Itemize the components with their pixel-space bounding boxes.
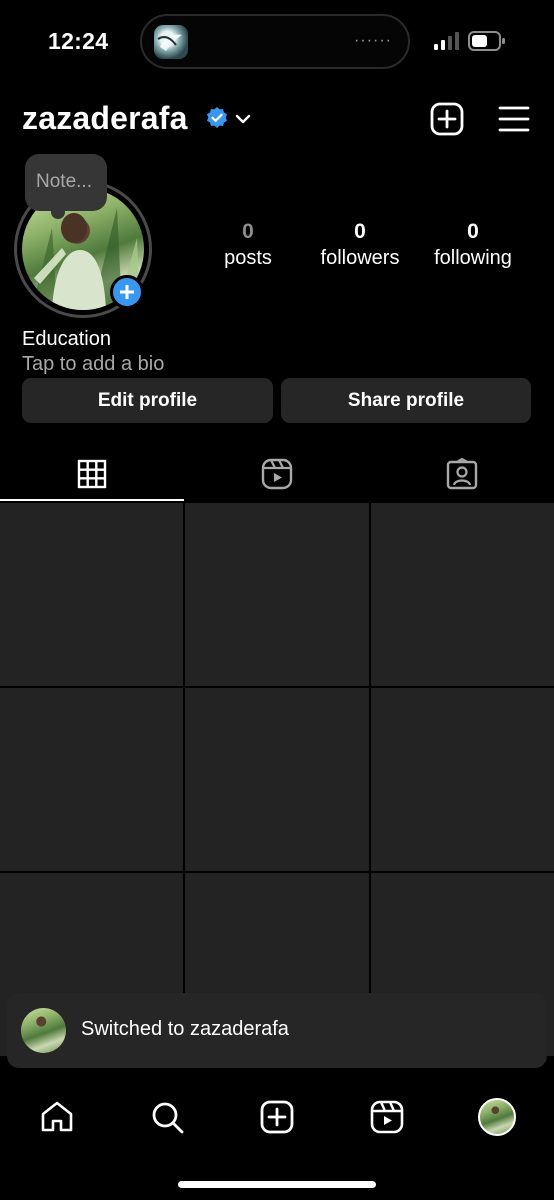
posts-label: posts: [224, 247, 272, 269]
nav-search[interactable]: [147, 1097, 187, 1137]
search-icon: [152, 1102, 184, 1134]
island-activity-dots: ······: [354, 32, 392, 49]
nav-profile[interactable]: [477, 1097, 517, 1137]
nav-create[interactable]: [257, 1097, 297, 1137]
posts-count: 0: [242, 220, 254, 243]
grid-placeholder-cell: [371, 503, 554, 686]
toast-message: Switched to zazaderafa: [81, 1018, 289, 1040]
nav-reels[interactable]: [367, 1097, 407, 1137]
nav-home[interactable]: [37, 1097, 77, 1137]
add-story-button[interactable]: [110, 275, 144, 309]
note-bubble[interactable]: Note...: [25, 154, 107, 219]
menu-icon[interactable]: [498, 104, 530, 134]
battery-icon: [468, 31, 505, 51]
island-media-thumbnail: [154, 25, 188, 59]
tab-selected-indicator: [0, 499, 184, 501]
home-icon: [41, 1101, 73, 1132]
profile-category: Education: [22, 328, 111, 350]
account-switched-toast[interactable]: Switched to zazaderafa: [7, 993, 547, 1068]
status-bar: 12:24 ······: [0, 0, 554, 80]
grid-placeholder-cell: [185, 688, 369, 871]
profile-tabs: [0, 445, 554, 503]
posts-stat: 0 posts: [212, 220, 284, 270]
status-time: 12:24: [48, 28, 109, 54]
following-count: 0: [467, 220, 479, 243]
create-icon: [260, 1100, 294, 1134]
home-indicator[interactable]: [178, 1181, 376, 1188]
followers-stat[interactable]: 0 followers: [310, 220, 410, 270]
grid-placeholder-cell: [185, 503, 369, 686]
new-post-icon[interactable]: [430, 102, 464, 136]
following-label: following: [434, 247, 512, 269]
grid-placeholder-cell: [371, 688, 554, 871]
followers-label: followers: [320, 247, 400, 269]
grid-placeholder-cell: [0, 688, 183, 871]
account-switcher-username[interactable]: zazaderafa: [22, 100, 188, 137]
tab-posts-grid[interactable]: [0, 445, 184, 503]
reels-icon: [370, 1100, 404, 1134]
chevron-down-icon[interactable]: [234, 110, 252, 128]
toast-avatar: [21, 1008, 66, 1053]
profile-header: zazaderafa: [0, 90, 554, 150]
add-bio-link[interactable]: Tap to add a bio: [22, 353, 164, 376]
reels-icon: [261, 458, 293, 490]
verified-badge-icon: [207, 107, 227, 128]
following-stat[interactable]: 0 following: [424, 220, 522, 270]
tagged-icon: [446, 458, 478, 490]
followers-count: 0: [354, 220, 366, 243]
tab-reels[interactable]: [184, 445, 370, 503]
dynamic-island[interactable]: ······: [140, 14, 410, 69]
share-profile-button[interactable]: Share profile: [281, 378, 531, 423]
profile-avatar: [478, 1098, 516, 1136]
grid-placeholder-cell: [0, 503, 183, 686]
grid-icon: [77, 459, 107, 489]
signal-icon: [434, 32, 459, 50]
tab-tagged[interactable]: [370, 445, 554, 503]
edit-profile-button[interactable]: Edit profile: [22, 378, 273, 423]
